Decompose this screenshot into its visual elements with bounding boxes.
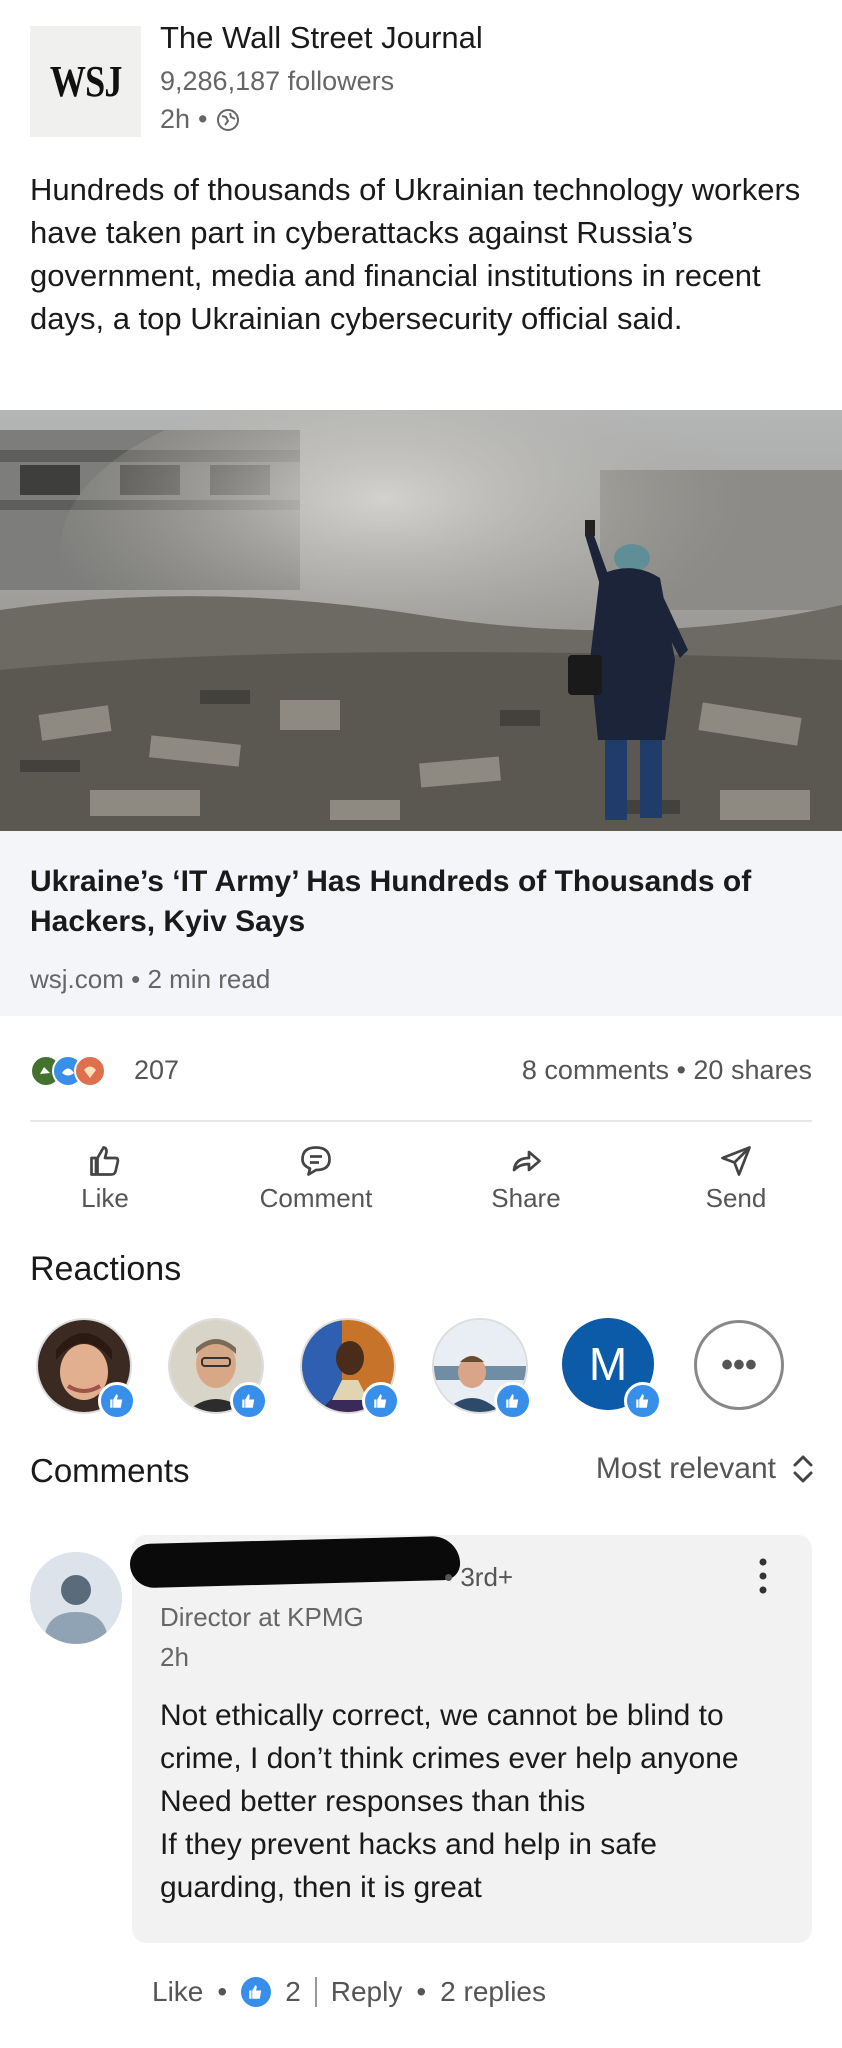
like-badge-icon xyxy=(624,1382,662,1420)
divider xyxy=(30,1120,812,1122)
more-options-button[interactable] xyxy=(756,1556,770,1596)
dot-separator: • xyxy=(217,1976,228,2007)
reactor-avatar[interactable] xyxy=(432,1318,532,1420)
reactor-avatar[interactable] xyxy=(36,1318,136,1420)
replies-link[interactable]: 2 replies xyxy=(440,1976,546,2008)
reactions-heading: Reactions xyxy=(30,1250,182,1288)
send-button[interactable]: Send xyxy=(646,1135,826,1215)
send-label: Send xyxy=(705,1183,767,1213)
reactor-avatar[interactable] xyxy=(300,1318,400,1420)
reaction-count[interactable]: 207 xyxy=(134,1055,179,1086)
comment-like-button[interactable]: Like xyxy=(152,1976,203,2008)
post-meta: 2h • xyxy=(160,104,240,135)
rubble-scene-image xyxy=(0,410,842,831)
globe-icon xyxy=(216,108,239,131)
share-arrow-icon xyxy=(512,1150,541,1172)
comment-line: Need better responses than this xyxy=(160,1785,586,1818)
logo-text: WSJ xyxy=(49,57,123,106)
commenter-headline: Director at KPMG xyxy=(160,1602,364,1632)
article-image[interactable] xyxy=(0,410,842,831)
connection-degree: • 3rd+ xyxy=(444,1562,514,1592)
share-button[interactable]: Share xyxy=(436,1135,616,1215)
comment-label: Comment xyxy=(259,1183,373,1213)
comment-time: 2h xyxy=(160,1642,189,1672)
sort-label: Most relevant xyxy=(595,1452,776,1485)
comment-actions: Like • 2 Reply • 2 replies xyxy=(152,1976,546,2008)
article-title[interactable]: Ukraine’s ‘IT Army’ Has Hundreds of Thou… xyxy=(30,862,810,942)
like-badge-icon xyxy=(98,1382,136,1420)
more-dots-icon: ••• xyxy=(721,1345,757,1384)
comment-line: If they prevent hacks and help in safe xyxy=(160,1828,657,1861)
dot-separator: • xyxy=(416,1976,427,2007)
thumbs-up-icon xyxy=(90,1146,120,1176)
commenter-avatar[interactable] xyxy=(30,1552,122,1644)
like-badge-icon xyxy=(362,1382,400,1420)
like-reaction-icon[interactable] xyxy=(241,1977,272,2007)
comment-icon xyxy=(301,1146,331,1176)
sort-dropdown[interactable]: Most relevant xyxy=(596,1452,816,1486)
reaction-icons[interactable] xyxy=(30,1054,130,1088)
like-badge-icon xyxy=(230,1382,268,1420)
comment-line: Not ethically correct, we cannot be blin… xyxy=(160,1699,724,1732)
comment-text: Not ethically correct, we cannot be blin… xyxy=(160,1694,800,1909)
follower-count: 9,286,187 followers xyxy=(160,66,395,96)
sort-toggle-icon xyxy=(793,1455,813,1483)
reactor-avatar-member[interactable]: M xyxy=(562,1318,662,1420)
comment-line: guarding, then it is great xyxy=(160,1871,482,1904)
post-time: 2h xyxy=(160,104,191,134)
comment-line: crime, I don’t think crimes ever help an… xyxy=(160,1742,739,1775)
reply-button[interactable]: Reply xyxy=(331,1976,403,2008)
post-text: Hundreds of thousands of Ukrainian techn… xyxy=(30,172,801,336)
vertical-divider xyxy=(314,1977,317,2007)
comments-shares-count[interactable]: 8 comments • 20 shares xyxy=(522,1055,812,1086)
comment-like-count[interactable]: 2 xyxy=(285,1976,301,2008)
send-icon xyxy=(721,1146,751,1176)
comments-heading: Comments xyxy=(30,1452,190,1489)
more-reactions-button[interactable]: ••• xyxy=(694,1320,784,1410)
article-source: wsj.com • 2 min read xyxy=(30,964,271,994)
like-label: Like xyxy=(81,1183,129,1213)
share-label: Share xyxy=(491,1183,561,1213)
meta-separator: • xyxy=(198,104,208,134)
vertical-dots-icon xyxy=(759,1558,767,1594)
like-button[interactable]: Like xyxy=(15,1135,195,1215)
author-logo[interactable]: WSJ xyxy=(30,26,141,137)
reactor-avatar[interactable] xyxy=(168,1318,268,1420)
author-name[interactable]: The Wall Street Journal xyxy=(160,20,483,56)
comment-button[interactable]: Comment xyxy=(226,1135,406,1215)
redacted-name xyxy=(129,1535,461,1589)
like-badge-icon xyxy=(494,1382,532,1420)
